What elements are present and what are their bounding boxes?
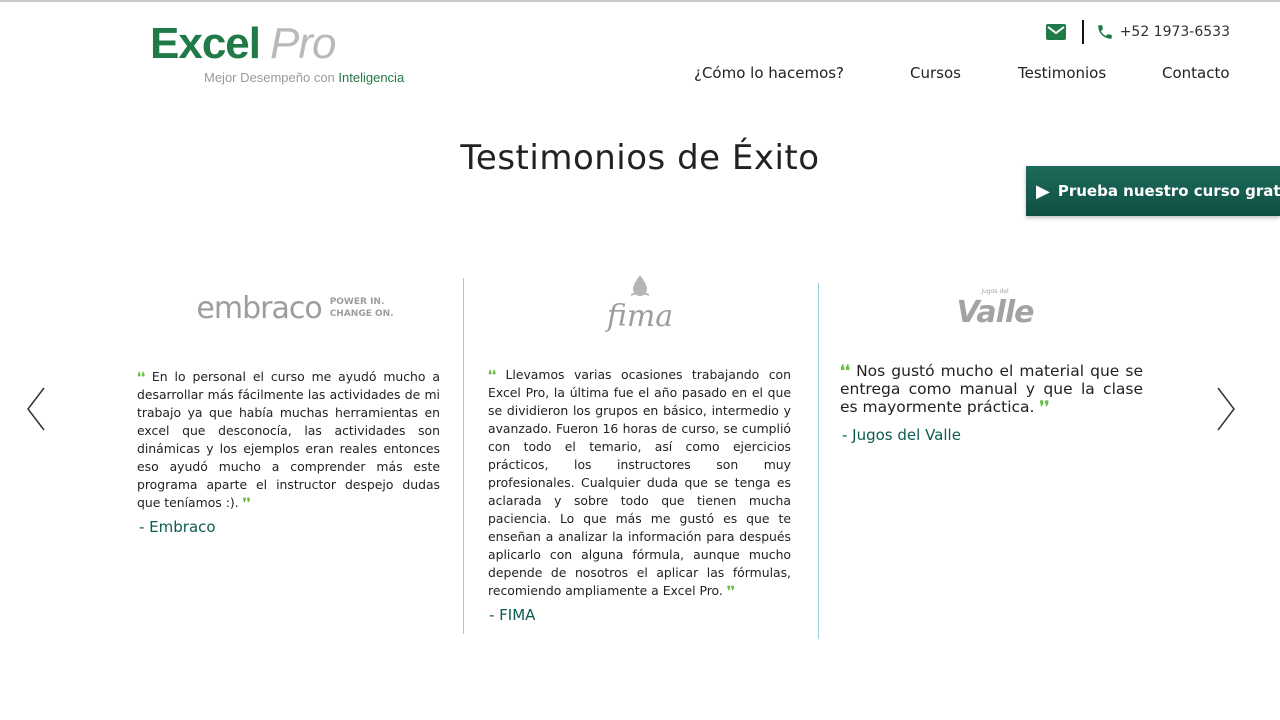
tagline-highlight: Inteligencia: [338, 70, 405, 85]
fima-logo: fima: [590, 268, 690, 338]
valle-small-text: Jugos del: [981, 288, 1009, 295]
column-divider: [463, 278, 464, 634]
valle-logo: Jugos del Valle: [945, 288, 1045, 330]
testimonial-author: - FIMA: [489, 606, 536, 624]
testimonial-quote: ❛❛ Llevamos varias ocasiones trabajando …: [488, 366, 791, 600]
tagline-prefix: Mejor Desempeño con: [204, 70, 339, 85]
close-quote-icon: ❜❜: [242, 495, 251, 510]
quote-text: Nos gustó mucho el material que se entre…: [840, 362, 1143, 416]
embraco-logo: embraco POWER IN. CHANGE ON.: [180, 288, 410, 328]
column-divider: [818, 283, 819, 639]
embraco-tagline-2: CHANGE ON.: [329, 309, 394, 319]
quote-text: En lo personal el curso me ayudó mucho a…: [137, 369, 440, 510]
testimonial-quote: ❛❛ Nos gustó mucho el material que se en…: [840, 361, 1143, 417]
open-quote-icon: ❛❛: [137, 369, 145, 384]
valle-wordmark: Valle: [956, 295, 1034, 330]
main-nav: ¿Cómo lo hacemos? Cursos Testimonios Con…: [694, 64, 1230, 86]
close-quote-icon: ❜❜: [726, 583, 735, 598]
embraco-wordmark: embraco: [196, 290, 322, 326]
testimonial-quote: ❛❛ En lo personal el curso me ayudó much…: [137, 368, 440, 512]
open-quote-icon: ❛❛: [840, 361, 850, 380]
embraco-tagline-1: POWER IN.: [329, 297, 385, 307]
embraco-tagline: POWER IN. CHANGE ON.: [330, 296, 394, 320]
carousel-next-button[interactable]: [1214, 386, 1238, 432]
quote-text: Llevamos varias ocasiones trabajando con…: [488, 367, 791, 598]
free-course-button[interactable]: ▶ Prueba nuestro curso gratis: [1026, 166, 1280, 216]
testimonial-author: - Jugos del Valle: [842, 426, 961, 444]
nav-testimonios[interactable]: Testimonios: [1018, 64, 1106, 82]
logo-tagline: Mejor Desempeño con Inteligencia: [204, 70, 404, 85]
chevron-left-icon: [27, 387, 45, 431]
close-quote-icon: ❜❜: [1039, 397, 1050, 416]
play-icon: ▶: [1036, 180, 1050, 202]
fima-drop-icon: [630, 274, 650, 296]
phone-icon: [1096, 23, 1114, 41]
carousel-prev-button[interactable]: [24, 386, 48, 432]
contact-strip: +52 1973-6533: [1045, 20, 1230, 44]
fima-wordmark: fima: [606, 298, 674, 334]
logo-wordmark: Excel Pro: [150, 19, 336, 68]
chevron-right-icon: [1217, 387, 1235, 431]
logo-excel: Excel: [150, 19, 261, 68]
open-quote-icon: ❛❛: [488, 367, 496, 382]
logo-pro: Pro: [269, 19, 336, 68]
site-logo[interactable]: Excel Pro Mejor Desempeño con Inteligenci…: [150, 20, 440, 92]
nav-como-lo-hacemos[interactable]: ¿Cómo lo hacemos?: [694, 64, 844, 82]
top-border: [0, 0, 1280, 3]
testimonial-author: - Embraco: [139, 518, 216, 536]
free-course-label: Prueba nuestro curso gratis: [1057, 182, 1280, 200]
contact-separator: [1081, 20, 1084, 44]
phone-number[interactable]: +52 1973-6533: [1120, 24, 1230, 40]
nav-cursos[interactable]: Cursos: [910, 64, 961, 82]
nav-contacto[interactable]: Contacto: [1162, 64, 1230, 82]
mail-icon[interactable]: [1045, 24, 1066, 40]
